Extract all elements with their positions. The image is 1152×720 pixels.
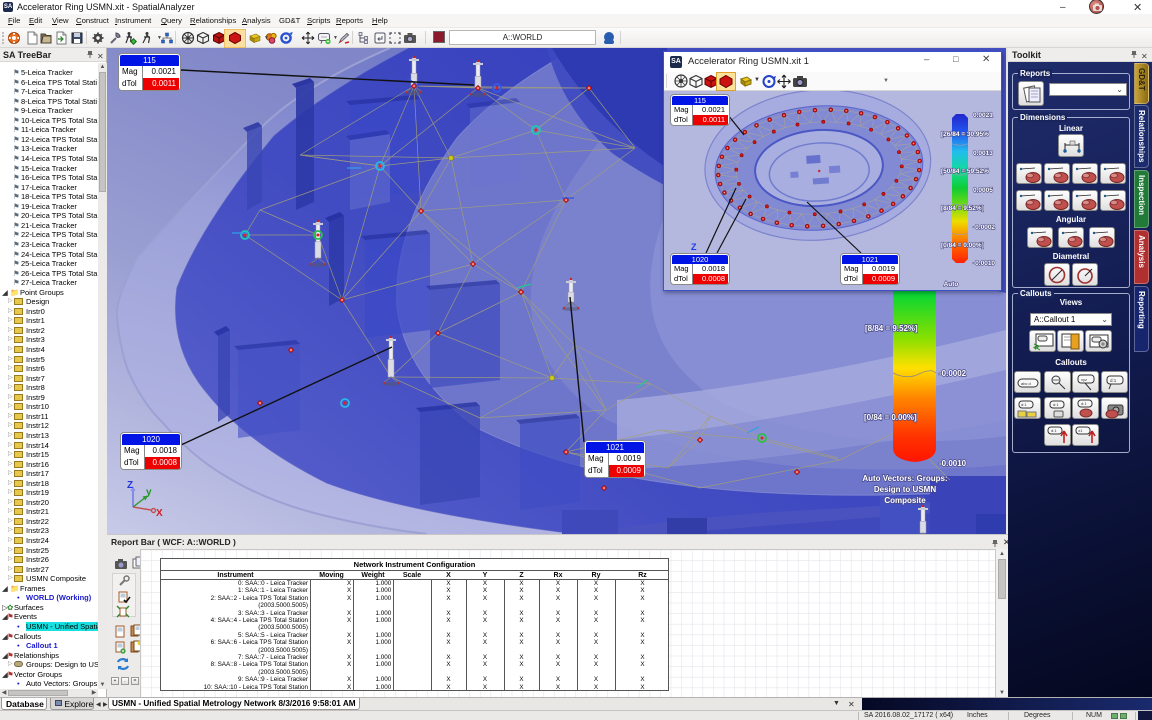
svg-text:abc d: abc d [1021, 381, 1031, 386]
svg-text:[0/84 = 0.00%]: [0/84 = 0.00%] [941, 242, 984, 249]
svg-text:[26/84 = 30.95%: [26/84 = 30.95% [941, 131, 989, 138]
svg-text:y: y [146, 487, 152, 498]
svg-text:[8/84 = 9.52%]: [8/84 = 9.52%] [865, 324, 918, 333]
svg-text:Auto Vectors: Groups:: Auto Vectors: Groups: [862, 474, 947, 483]
svg-text:[8/84 = 9.52%]: [8/84 = 9.52%] [941, 205, 984, 212]
svg-text:Composite: Composite [884, 496, 926, 505]
svg-text:-0.0010: -0.0010 [973, 260, 995, 267]
svg-text:xyz: xyz [1081, 377, 1087, 382]
svg-text:X: X [156, 508, 163, 519]
svg-text:0.0021: 0.0021 [973, 112, 993, 119]
svg-text:d:1: d:1 [1110, 378, 1117, 383]
svg-text:±1: ±1 [1078, 428, 1083, 433]
svg-text:-0.0010: -0.0010 [939, 459, 967, 468]
svg-text:d:1: d:1 [1021, 402, 1027, 407]
svg-text:Design to USMN: Design to USMN [874, 485, 936, 494]
svg-text:Auto: Auto [944, 281, 959, 288]
svg-text:d:1: d:1 [1081, 401, 1087, 406]
svg-text:Z: Z [127, 480, 133, 491]
svg-text:d:1: d:1 [1053, 402, 1059, 407]
svg-text:0.0013: 0.0013 [973, 150, 993, 157]
svg-text:[50/84 = 59.52%: [50/84 = 59.52% [941, 168, 989, 175]
svg-text:d:1: d:1 [1051, 428, 1057, 433]
svg-text:-0.0002: -0.0002 [973, 224, 995, 231]
svg-text:-0.0002: -0.0002 [939, 369, 967, 378]
svg-text:[0/84 = 0.00%]: [0/84 = 0.00%] [864, 413, 917, 422]
svg-text:0.0005: 0.0005 [973, 187, 993, 194]
